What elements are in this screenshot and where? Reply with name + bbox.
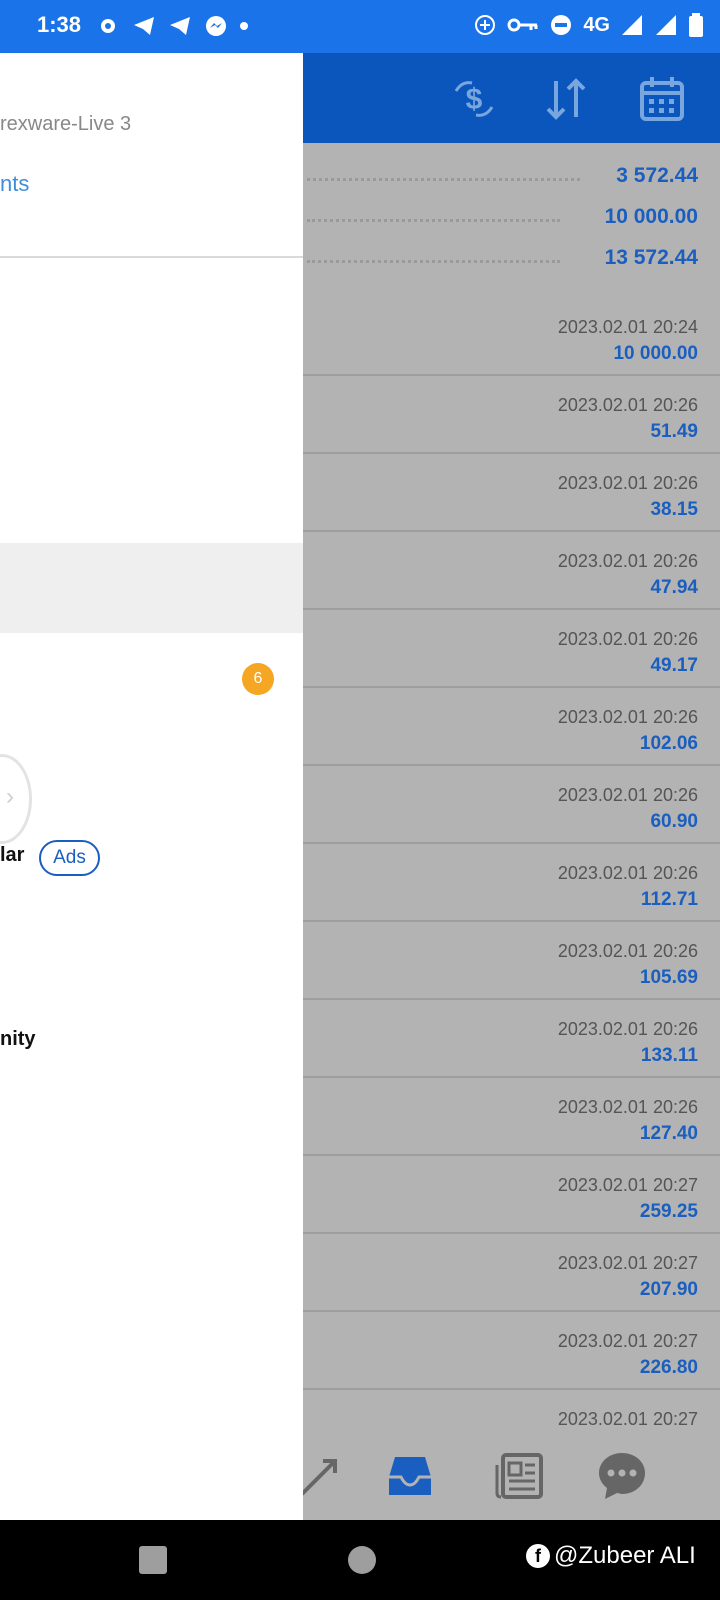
- summary-row: 10 000.00: [303, 199, 720, 239]
- telegram-icon: [134, 17, 154, 35]
- row-date: 2023.02.01 20:26: [557, 941, 698, 961]
- watermark-text: @Zubeer ALI: [554, 1542, 696, 1569]
- notification-badge: 6: [242, 663, 274, 695]
- row-amount: 127.40: [639, 1123, 698, 1144]
- app-toolbar: $: [303, 53, 720, 143]
- history-row[interactable]: 2023.02.01 20:26 102.06: [303, 689, 720, 766]
- row-date: 2023.02.01 20:26: [557, 785, 698, 805]
- status-time: 1:38: [37, 12, 82, 37]
- row-date: 2023.02.01 20:26: [557, 707, 698, 727]
- row-date: 2023.02.01 20:26: [557, 1019, 698, 1039]
- vpn-key-icon: [507, 18, 538, 32]
- row-date: 2023.02.01 20:24: [557, 317, 698, 337]
- row-amount: 133.11: [640, 1045, 698, 1066]
- history-row[interactable]: 2023.02.01 20:26 112.71: [303, 845, 720, 922]
- home-button[interactable]: [348, 1546, 376, 1574]
- navigation-drawer: rexware-Live 3 nts 6 › lar Ads nity: [0, 53, 303, 1520]
- manage-accounts-link[interactable]: nts: [0, 171, 29, 197]
- currency-exchange-icon[interactable]: $: [448, 73, 500, 125]
- recents-button[interactable]: [139, 1546, 167, 1574]
- row-amount: 10 000.00: [613, 343, 698, 364]
- row-amount: 102.06: [639, 733, 698, 754]
- calendar-icon[interactable]: [636, 73, 688, 125]
- row-date: 2023.02.01 20:26: [557, 551, 698, 571]
- history-row[interactable]: 2023.02.01 20:27 226.80: [303, 1313, 720, 1390]
- status-bar: 1:38 4G: [0, 0, 720, 53]
- history-row[interactable]: 2023.02.01 20:24 10 000.00: [303, 299, 720, 376]
- summary-value: 13 572.44: [604, 246, 698, 269]
- sort-icon[interactable]: [540, 73, 592, 125]
- history-list[interactable]: 2023.02.01 20:24 10 000.00 2023.02.01 20:…: [303, 299, 720, 1429]
- history-row[interactable]: 2023.02.01 20:27: [303, 1391, 720, 1429]
- row-date: 2023.02.01 20:27: [557, 1253, 698, 1273]
- history-row[interactable]: 2023.02.01 20:26 127.40: [303, 1079, 720, 1156]
- row-date: 2023.02.01 20:27: [557, 1331, 698, 1351]
- summary-row: 13 572.44: [303, 240, 720, 280]
- row-amount: 259.25: [639, 1201, 698, 1222]
- history-row[interactable]: 2023.02.01 20:27 259.25: [303, 1157, 720, 1234]
- dot-icon: [240, 22, 248, 30]
- history-icon[interactable]: [383, 1449, 437, 1503]
- drawer-item-label[interactable]: lar: [0, 844, 24, 867]
- carousel-next-button[interactable]: [0, 754, 32, 844]
- history-row[interactable]: 2023.02.01 20:26 133.11: [303, 1001, 720, 1078]
- history-row[interactable]: 2023.02.01 20:26 60.90: [303, 767, 720, 844]
- signal-icon: [622, 15, 642, 35]
- history-row[interactable]: 2023.02.01 20:27 207.90: [303, 1235, 720, 1312]
- dotted-leader: [307, 260, 560, 263]
- signal-icon: [656, 15, 676, 35]
- summary-value: 3 572.44: [616, 164, 698, 187]
- row-date: 2023.02.01 20:26: [557, 473, 698, 493]
- account-name: rexware-Live 3: [0, 113, 132, 135]
- history-row[interactable]: 2023.02.01 20:26 38.15: [303, 455, 720, 532]
- drawer-item-selected[interactable]: [0, 543, 303, 633]
- dnd-icon: [551, 15, 572, 35]
- telegram-icon: [170, 17, 190, 35]
- ads-badge: Ads: [39, 840, 100, 876]
- system-icons: 4G: [473, 13, 704, 37]
- history-row[interactable]: 2023.02.01 20:26 49.17: [303, 611, 720, 688]
- notification-icons: [96, 14, 248, 38]
- dotted-leader: [307, 178, 580, 181]
- chat-icon[interactable]: [595, 1449, 649, 1503]
- row-date: 2023.02.01 20:26: [557, 395, 698, 415]
- row-amount: 38.15: [650, 499, 698, 520]
- divider: [0, 256, 303, 258]
- row-date: 2023.02.01 20:26: [557, 1097, 698, 1117]
- row-amount: 207.90: [639, 1279, 698, 1300]
- summary-value: 10 000.00: [604, 205, 698, 228]
- row-amount: 60.90: [650, 811, 698, 832]
- row-amount: 47.94: [650, 577, 698, 598]
- history-row[interactable]: 2023.02.01 20:26 47.94: [303, 533, 720, 610]
- row-amount: 112.71: [640, 889, 698, 910]
- row-date: 2023.02.01 20:26: [557, 863, 698, 883]
- row-amount: 49.17: [650, 655, 698, 676]
- gear-icon: [101, 19, 115, 33]
- history-row[interactable]: 2023.02.01 20:26 105.69: [303, 923, 720, 1000]
- watermark: f @Zubeer ALI: [526, 1542, 696, 1570]
- network-type: 4G: [583, 13, 610, 36]
- row-amount: 226.80: [639, 1357, 698, 1378]
- chevron-right-icon: ›: [6, 783, 14, 810]
- battery-icon: [689, 13, 703, 37]
- row-date: 2023.02.01 20:27: [557, 1175, 698, 1195]
- news-icon[interactable]: [493, 1449, 547, 1503]
- svg-text:$: $: [466, 83, 483, 116]
- data-saver-icon: [475, 15, 496, 35]
- history-row[interactable]: 2023.02.01 20:26 51.49: [303, 377, 720, 454]
- row-date: 2023.02.01 20:27: [557, 1409, 698, 1429]
- row-amount: 105.69: [639, 967, 698, 988]
- row-date: 2023.02.01 20:26: [557, 629, 698, 649]
- summary-row: 3 572.44: [303, 158, 720, 198]
- drawer-item-community[interactable]: nity: [0, 1028, 36, 1051]
- dotted-leader: [307, 219, 560, 222]
- bottom-nav: [299, 1429, 720, 1520]
- row-amount: 51.49: [650, 421, 698, 442]
- facebook-icon: f: [526, 1544, 550, 1568]
- messenger-icon: [206, 16, 226, 36]
- balance-summary: 3 572.44 10 000.00 13 572.44: [303, 143, 720, 301]
